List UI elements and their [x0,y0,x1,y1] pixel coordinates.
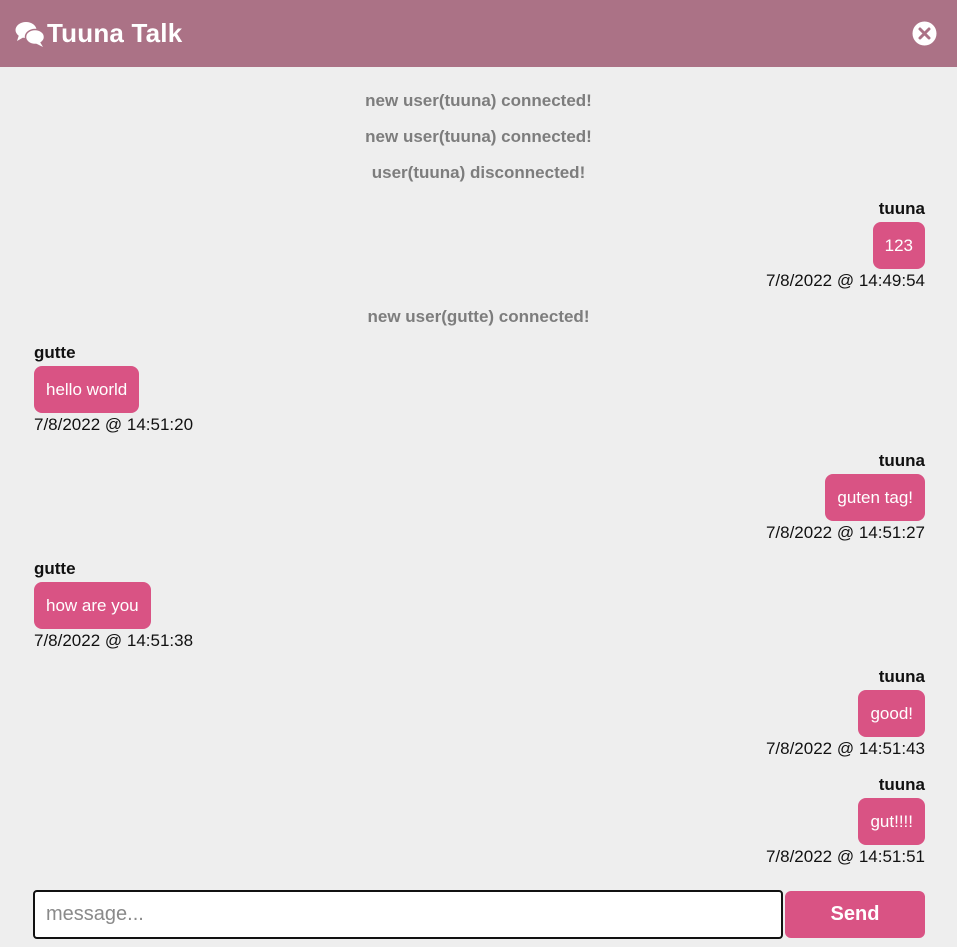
message-author: tuuna [878,775,925,794]
message-timestamp: 7/8/2022 @ 14:49:54 [765,271,925,290]
message-bubble: gut!!!! [858,798,925,845]
system-message: new user(gutte) connected! [367,307,590,326]
system-message: user(tuuna) disconnected! [371,163,586,182]
app-title: Tuuna Talk [47,18,183,48]
chat-bubbles-icon [15,22,45,47]
system-message: new user(tuuna) connected! [365,127,592,146]
message-author: tuuna [878,199,925,218]
message-bubble: 123 [872,222,925,269]
chat-header: Tuuna Talk [0,0,957,67]
message-author: tuuna [878,451,925,470]
message-timestamp: 7/8/2022 @ 14:51:38 [34,631,194,650]
message-timestamp: 7/8/2022 @ 14:51:20 [34,415,194,434]
message-author: tuuna [878,667,925,686]
message-author: gutte [34,343,76,362]
send-button[interactable]: Send [785,891,925,938]
message-list[interactable]: new user(tuuna) connected! new user(tuun… [0,67,957,877]
system-message: new user(tuuna) connected! [365,91,592,110]
message-author: gutte [34,559,76,578]
message-bubble: guten tag! [825,474,925,521]
message-input[interactable] [33,890,783,939]
message-bubble: how are you [34,582,151,629]
close-icon[interactable] [912,21,937,46]
message-bubble: good! [858,690,925,737]
message-bubble: hello world [34,366,140,413]
message-timestamp: 7/8/2022 @ 14:51:43 [765,739,925,758]
message-timestamp: 7/8/2022 @ 14:51:51 [765,847,925,866]
message-timestamp: 7/8/2022 @ 14:51:27 [765,523,925,542]
